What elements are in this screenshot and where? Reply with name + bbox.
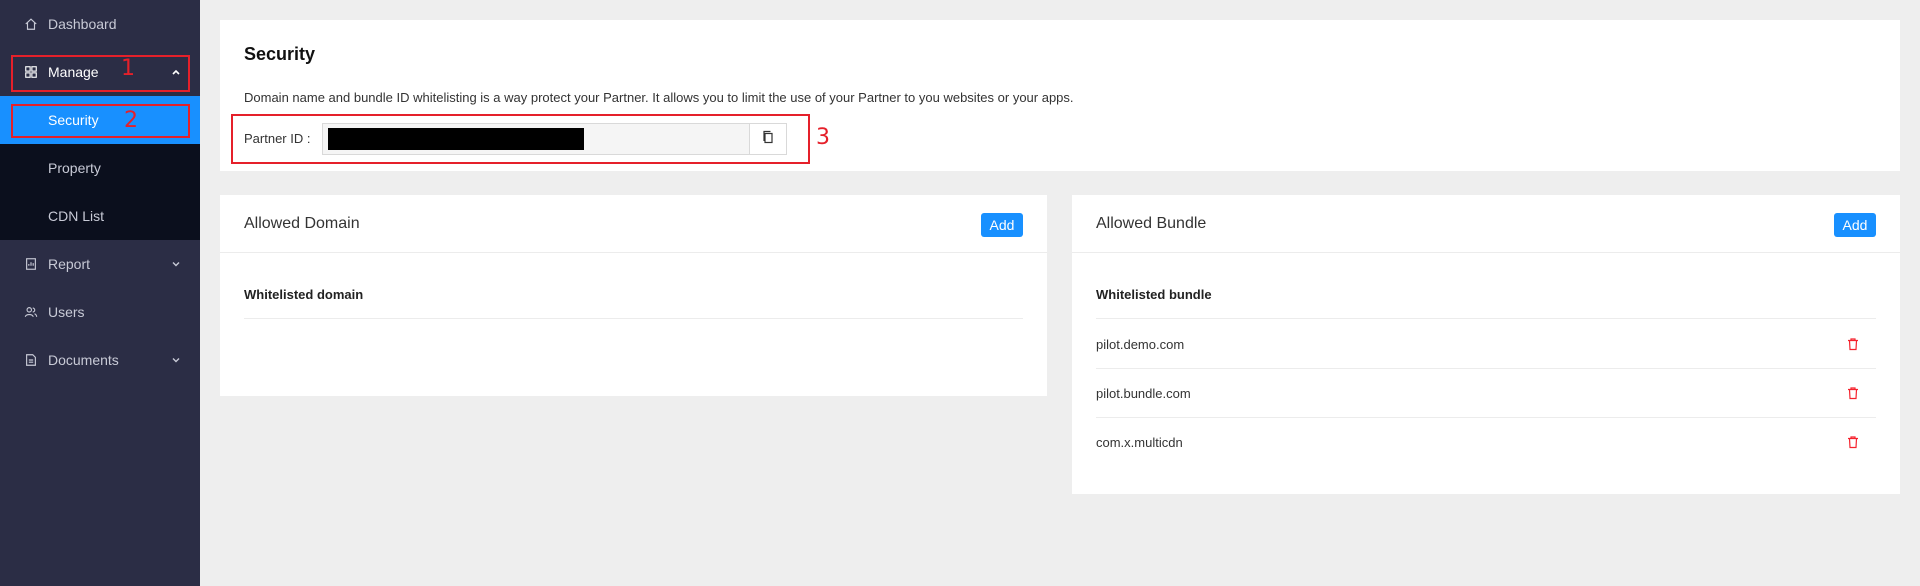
list-item: com.x.multicdn [1096, 418, 1876, 467]
nav-cdn-list-label: CDN List [48, 208, 105, 224]
bundle-name: pilot.demo.com [1096, 336, 1185, 352]
list-item: pilot.bundle.com [1096, 369, 1876, 418]
page-title: Security [244, 44, 316, 64]
trash-icon[interactable] [1846, 386, 1860, 400]
trash-icon[interactable] [1846, 337, 1860, 351]
document-icon [24, 353, 38, 367]
list-item: pilot.demo.com [1096, 320, 1876, 369]
add-bundle-button[interactable]: Add [1834, 213, 1876, 237]
allowed-bundle-header: Allowed Bundle Add [1072, 195, 1900, 253]
annotation-number-1: 1 [121, 56, 135, 81]
annotation-number-3: 3 [816, 125, 830, 150]
nav-report-label: Report [48, 256, 91, 272]
report-icon [24, 257, 38, 271]
allowed-domain-card: Allowed Domain Add Whitelisted domain [220, 195, 1047, 396]
allowed-bundle-title: Allowed Bundle [1096, 215, 1207, 232]
nav-property[interactable]: Property [0, 144, 200, 192]
bundle-name: com.x.multicdn [1096, 435, 1183, 450]
nav-property-label: Property [48, 160, 101, 176]
allowed-domain-header: Allowed Domain Add [220, 195, 1047, 253]
chevron-down-icon [170, 257, 182, 269]
annotation-number-2: 2 [124, 108, 138, 133]
whitelisted-domain-header: Whitelisted domain [244, 271, 1023, 319]
allowed-bundle-card: Allowed Bundle Add Whitelisted bundle pi… [1072, 195, 1900, 494]
nav-dashboard[interactable]: Dashboard [0, 0, 200, 48]
nav-report[interactable]: Report [0, 240, 200, 288]
annotation-box-partner-id [231, 114, 810, 164]
users-icon [24, 305, 38, 319]
nav-documents[interactable]: Documents [0, 336, 200, 384]
annotation-box-manage [11, 55, 190, 92]
home-icon [24, 17, 38, 31]
nav-documents-label: Documents [48, 352, 119, 368]
chevron-down-icon [170, 353, 182, 365]
bundle-name: pilot.bundle.com [1096, 385, 1191, 401]
add-domain-button[interactable]: Add [981, 213, 1023, 237]
annotation-box-security [11, 104, 190, 138]
nav-dashboard-label: Dashboard [48, 16, 117, 32]
security-description: Domain name and bundle ID whitelisting i… [244, 90, 1074, 105]
trash-icon[interactable] [1846, 435, 1860, 449]
nav-users[interactable]: Users [0, 288, 200, 336]
nav-users-label: Users [48, 304, 85, 320]
nav-cdn-list[interactable]: CDN List [0, 192, 200, 240]
allowed-domain-title: Allowed Domain [244, 215, 360, 232]
whitelisted-bundle-header: Whitelisted bundle [1096, 271, 1876, 319]
